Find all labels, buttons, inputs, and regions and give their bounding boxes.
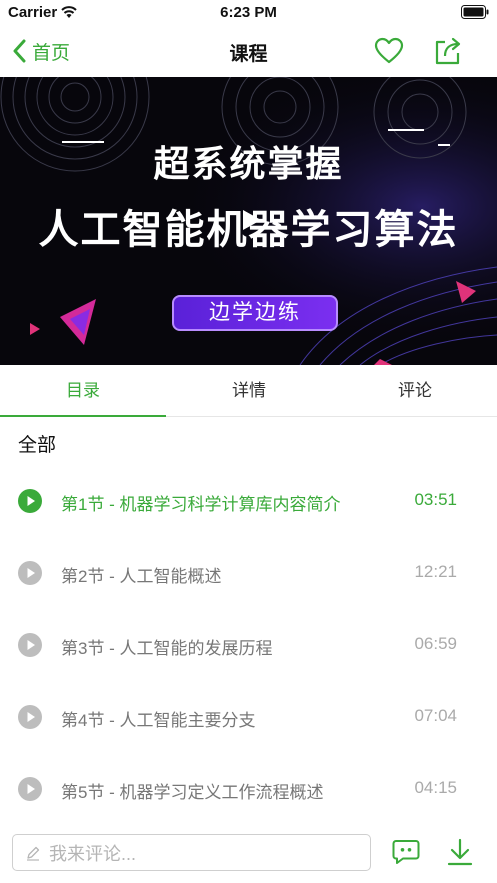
status-bar: Carrier 6:23 PM [0,0,497,26]
tab-indicator [0,415,166,417]
status-time: 6:23 PM [220,4,277,21]
comment-bar: 我来评论... [0,826,497,883]
lesson-title: 第3节 - 人工智能的发展历程 [61,639,273,658]
section-title: 全部 [18,435,57,456]
lesson-duration: 12:21 [414,562,457,581]
comment-placeholder: 我来评论... [49,843,137,864]
pencil-icon [27,846,40,861]
lesson-duration: 07:04 [414,706,457,725]
lesson-row[interactable]: 第3节 - 人工智能的发展历程 06:59 [0,609,497,681]
lesson-title: 第4节 - 人工智能主要分支 [61,711,256,730]
tab-catalog[interactable]: 目录 [0,365,166,417]
lesson-row[interactable]: 第5节 - 机器学习定义工作流程概述 04:15 [0,753,497,825]
tab-bar: 目录 详情 评论 [0,365,497,417]
heart-icon[interactable] [374,37,404,65]
lesson-row[interactable]: 第1节 - 机器学习科学计算库内容简介 03:51 [0,465,497,537]
nav-bar: 首页 课程 [0,26,497,76]
battery-icon [461,5,489,19]
lesson-title: 第1节 - 机器学习科学计算库内容简介 [61,495,341,514]
lesson-row[interactable]: 第2节 - 人工智能概述 12:21 [0,537,497,609]
comment-bubble-icon[interactable] [392,839,420,865]
lesson-duration: 06:59 [414,634,457,653]
play-icon [18,777,42,801]
lesson-title: 第2节 - 人工智能概述 [61,567,222,586]
video-banner[interactable]: 超系统掌握 人工智能机器学习算法 边学边练 [0,77,497,365]
lesson-duration: 03:51 [414,490,457,509]
download-icon[interactable] [447,838,473,866]
play-icon [18,633,42,657]
comment-input[interactable]: 我来评论... [12,834,371,871]
banner-headline: 超系统掌握 [153,143,344,184]
tab-comments[interactable]: 评论 [332,365,497,417]
play-icon [18,705,42,729]
play-icon[interactable] [241,208,263,232]
lesson-title: 第5节 - 机器学习定义工作流程概述 [61,783,324,802]
lesson-duration: 04:15 [414,778,457,797]
lesson-row[interactable]: 第4节 - 人工智能主要分支 07:04 [0,681,497,753]
share-icon[interactable] [433,36,463,66]
play-icon [18,561,42,585]
banner-tag: 边学边练 [172,295,338,331]
play-icon [18,489,42,513]
tab-details[interactable]: 详情 [166,365,332,417]
page-title: 课程 [229,44,268,65]
